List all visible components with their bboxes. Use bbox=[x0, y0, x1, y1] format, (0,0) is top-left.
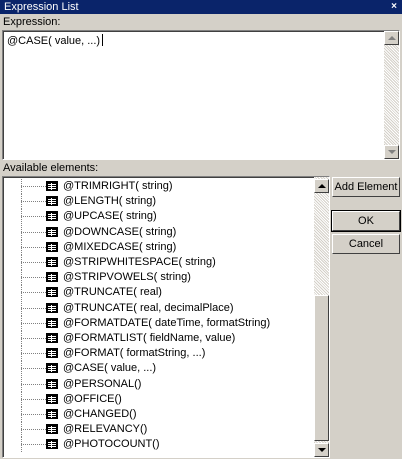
function-icon bbox=[46, 363, 58, 374]
function-icon bbox=[46, 393, 58, 404]
list-item[interactable]: @TRUNCATE( real, decimalPlace) bbox=[3, 300, 314, 316]
elements-scroll-thumb[interactable] bbox=[314, 295, 329, 441]
ok-button[interactable]: OK bbox=[331, 210, 401, 232]
list-item[interactable]: @PHOTOCOUNT() bbox=[3, 437, 314, 453]
list-item[interactable]: @OFFICE() bbox=[3, 391, 314, 407]
list-item[interactable]: @STRIPVOWELS( string) bbox=[3, 270, 314, 286]
list-item-label: @PHOTOCOUNT() bbox=[63, 438, 160, 451]
list-item-label: @FORMAT( formatString, ...) bbox=[63, 347, 206, 360]
elements-scrollbar[interactable] bbox=[314, 177, 329, 457]
list-item[interactable]: @FORMAT( formatString, ...) bbox=[3, 346, 314, 362]
expression-label: Expression: bbox=[3, 16, 61, 28]
list-item-label: @CHANGED() bbox=[63, 408, 137, 420]
scroll-down-icon bbox=[388, 150, 396, 154]
list-item[interactable]: @MIXEDCASE( string) bbox=[3, 239, 314, 255]
list-item[interactable]: @TRUNCATE( real) bbox=[3, 285, 314, 301]
function-icon bbox=[46, 317, 58, 328]
scroll-up-icon bbox=[388, 36, 396, 40]
add-element-button[interactable]: Add Element bbox=[332, 177, 400, 197]
list-item-label: @RELEVANCY() bbox=[63, 423, 148, 436]
list-item[interactable]: @FORMATDATE( dateTime, formatString) bbox=[3, 315, 314, 331]
list-item-label: @STRIPWHITESPACE( string) bbox=[63, 256, 216, 268]
function-icon bbox=[46, 241, 58, 252]
available-elements-label: Available elements: bbox=[3, 162, 99, 174]
function-icon bbox=[46, 211, 58, 222]
function-icon bbox=[46, 226, 58, 237]
cancel-button[interactable]: Cancel bbox=[332, 234, 400, 254]
list-item[interactable]: @CASE( value, ...) bbox=[3, 361, 314, 377]
function-icon bbox=[46, 287, 58, 298]
list-item[interactable]: @DOWNCASE( string) bbox=[3, 224, 314, 240]
list-item[interactable]: @UPCASE( string) bbox=[3, 209, 314, 225]
list-item-label: @PERSONAL() bbox=[63, 377, 142, 390]
title-bar: Expression List × bbox=[0, 0, 402, 14]
list-item[interactable]: @RELEVANCY() bbox=[3, 422, 314, 438]
available-elements-list[interactable]: @TRIMRIGHT( string) @LENGTH( string) @UPCA… bbox=[2, 176, 330, 458]
list-item[interactable]: @CHANGED() bbox=[3, 407, 314, 422]
list-item-label: @DOWNCASE( string) bbox=[63, 225, 177, 238]
elements-scroll-up-button[interactable] bbox=[314, 179, 329, 193]
list-item[interactable]: @TRIMRIGHT( string) bbox=[3, 179, 314, 194]
list-item-label: @CASE( value, ...) bbox=[63, 362, 157, 375]
expression-editor[interactable]: @CASE( value, ...) bbox=[2, 30, 400, 160]
list-item-label: @LENGTH( string) bbox=[63, 195, 157, 208]
list-item[interactable]: @LENGTH( string) bbox=[3, 194, 314, 210]
window-title: Expression List bbox=[4, 1, 79, 13]
list-item-label: @TRUNCATE( real, decimalPlace) bbox=[63, 301, 234, 314]
function-icon bbox=[46, 181, 58, 191]
close-icon[interactable]: × bbox=[389, 2, 399, 12]
list-item-label: @TRIMRIGHT( string) bbox=[63, 180, 173, 192]
function-icon bbox=[46, 409, 58, 419]
function-icon bbox=[46, 348, 58, 359]
list-item-label: @FORMATDATE( dateTime, formatString) bbox=[63, 316, 271, 329]
function-icon bbox=[46, 196, 58, 207]
expression-scroll-up-button[interactable] bbox=[384, 31, 399, 45]
list-item[interactable]: @PERSONAL() bbox=[3, 376, 314, 392]
expression-text[interactable]: @CASE( value, ...) bbox=[7, 35, 100, 47]
list-item-label: @UPCASE( string) bbox=[63, 210, 157, 223]
text-cursor bbox=[102, 34, 104, 46]
list-item[interactable]: @FORMATLIST( fieldName, value) bbox=[3, 331, 314, 346]
function-icon bbox=[46, 272, 58, 283]
function-icon bbox=[46, 439, 58, 450]
function-icon bbox=[46, 302, 58, 313]
list-item-label: @STRIPVOWELS( string) bbox=[63, 271, 191, 284]
scroll-down-icon bbox=[318, 448, 326, 452]
list-item[interactable]: @STRIPWHITESPACE( string) bbox=[3, 255, 314, 270]
function-icon bbox=[46, 378, 58, 389]
function-icon bbox=[46, 333, 58, 343]
list-item-label: @MIXEDCASE( string) bbox=[63, 240, 177, 253]
list-item-label: @TRUNCATE( real) bbox=[63, 286, 162, 299]
elements-tree[interactable]: @TRIMRIGHT( string) @LENGTH( string) @UPCA… bbox=[3, 177, 314, 457]
list-item-label: @FORMATLIST( fieldName, value) bbox=[63, 332, 236, 344]
function-icon bbox=[46, 424, 58, 435]
list-item-label: @OFFICE() bbox=[63, 392, 122, 405]
function-icon bbox=[46, 257, 58, 267]
elements-scroll-down-button[interactable] bbox=[314, 443, 329, 457]
scroll-up-icon bbox=[318, 184, 326, 188]
expression-scrollbar[interactable] bbox=[384, 31, 399, 159]
expression-scroll-down-button[interactable] bbox=[384, 145, 399, 159]
